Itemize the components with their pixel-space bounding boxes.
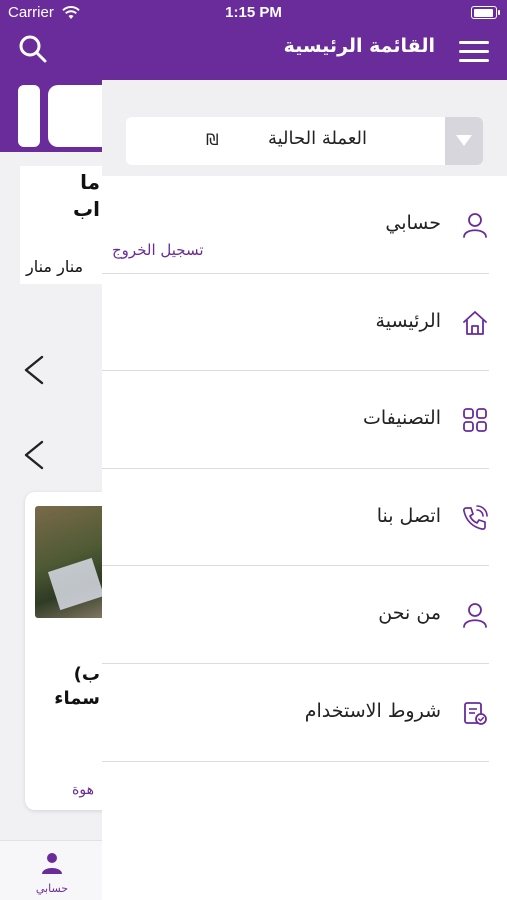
book-title-line: سماء (54, 688, 100, 709)
drawer-title: القائمة الرئيسية (283, 35, 435, 57)
menu-item-home[interactable]: الرئيسية (102, 274, 507, 372)
book-title-line: ب) (73, 664, 100, 685)
home-icon (463, 310, 487, 335)
menu-item-terms-of-use[interactable]: شروط الاستخدام (102, 664, 507, 762)
user-icon[interactable] (40, 851, 64, 875)
grid-icon (463, 408, 487, 433)
currency-section: العملة الحالية ₪ (102, 80, 507, 176)
book-author: هوة (72, 782, 94, 798)
battery-icon (471, 6, 500, 19)
drawer-header: القائمة الرئيسية (102, 26, 507, 80)
drawer-menu: حسابي تسجيل الخروج الرئيسية التصنيفات ات… (102, 176, 507, 762)
status-time: 1:15 PM (225, 4, 282, 21)
menu-item-my-account[interactable]: حسابي تسجيل الخروج (102, 176, 507, 274)
user-icon (463, 213, 487, 238)
book-title-line: اب (73, 197, 100, 221)
menu-item-about-us[interactable]: من نحن (102, 566, 507, 664)
logout-link[interactable]: تسجيل الخروج (112, 241, 204, 259)
side-drawer: القائمة الرئيسية العملة الحالية ₪ حسابي … (102, 0, 507, 900)
dropdown-arrow-button[interactable] (445, 117, 483, 165)
menu-item-label: الرئيسية (375, 309, 441, 332)
phone-icon (463, 504, 488, 530)
background-side-pill (18, 85, 40, 147)
menu-item-label: التصنيفات (362, 407, 441, 430)
menu-item-label: حسابي (385, 212, 441, 234)
book-title-line: ما (80, 170, 100, 194)
hamburger-icon[interactable] (459, 39, 489, 65)
document-icon (464, 702, 487, 725)
chevron-left-icon[interactable] (22, 440, 46, 470)
status-bar: Carrier 1:15 PM (0, 0, 507, 26)
tab-account-label[interactable]: حسابي (28, 882, 76, 895)
currency-label: العملة الحالية (267, 128, 367, 149)
chevron-left-icon[interactable] (22, 355, 46, 385)
currency-symbol: ₪ (206, 130, 219, 149)
menu-item-categories[interactable]: التصنيفات (102, 371, 507, 469)
menu-item-contact-us[interactable]: اتصل بنا (102, 469, 507, 567)
menu-item-label: من نحن (378, 602, 441, 625)
triangle-down-icon (456, 135, 472, 146)
currency-dropdown[interactable]: العملة الحالية ₪ (126, 117, 483, 165)
menu-item-label: اتصل بنا (376, 504, 441, 527)
search-icon[interactable] (18, 34, 48, 64)
book-author: منار منار (26, 257, 84, 276)
user-icon (463, 603, 487, 629)
menu-item-label: شروط الاستخدام (304, 699, 441, 722)
